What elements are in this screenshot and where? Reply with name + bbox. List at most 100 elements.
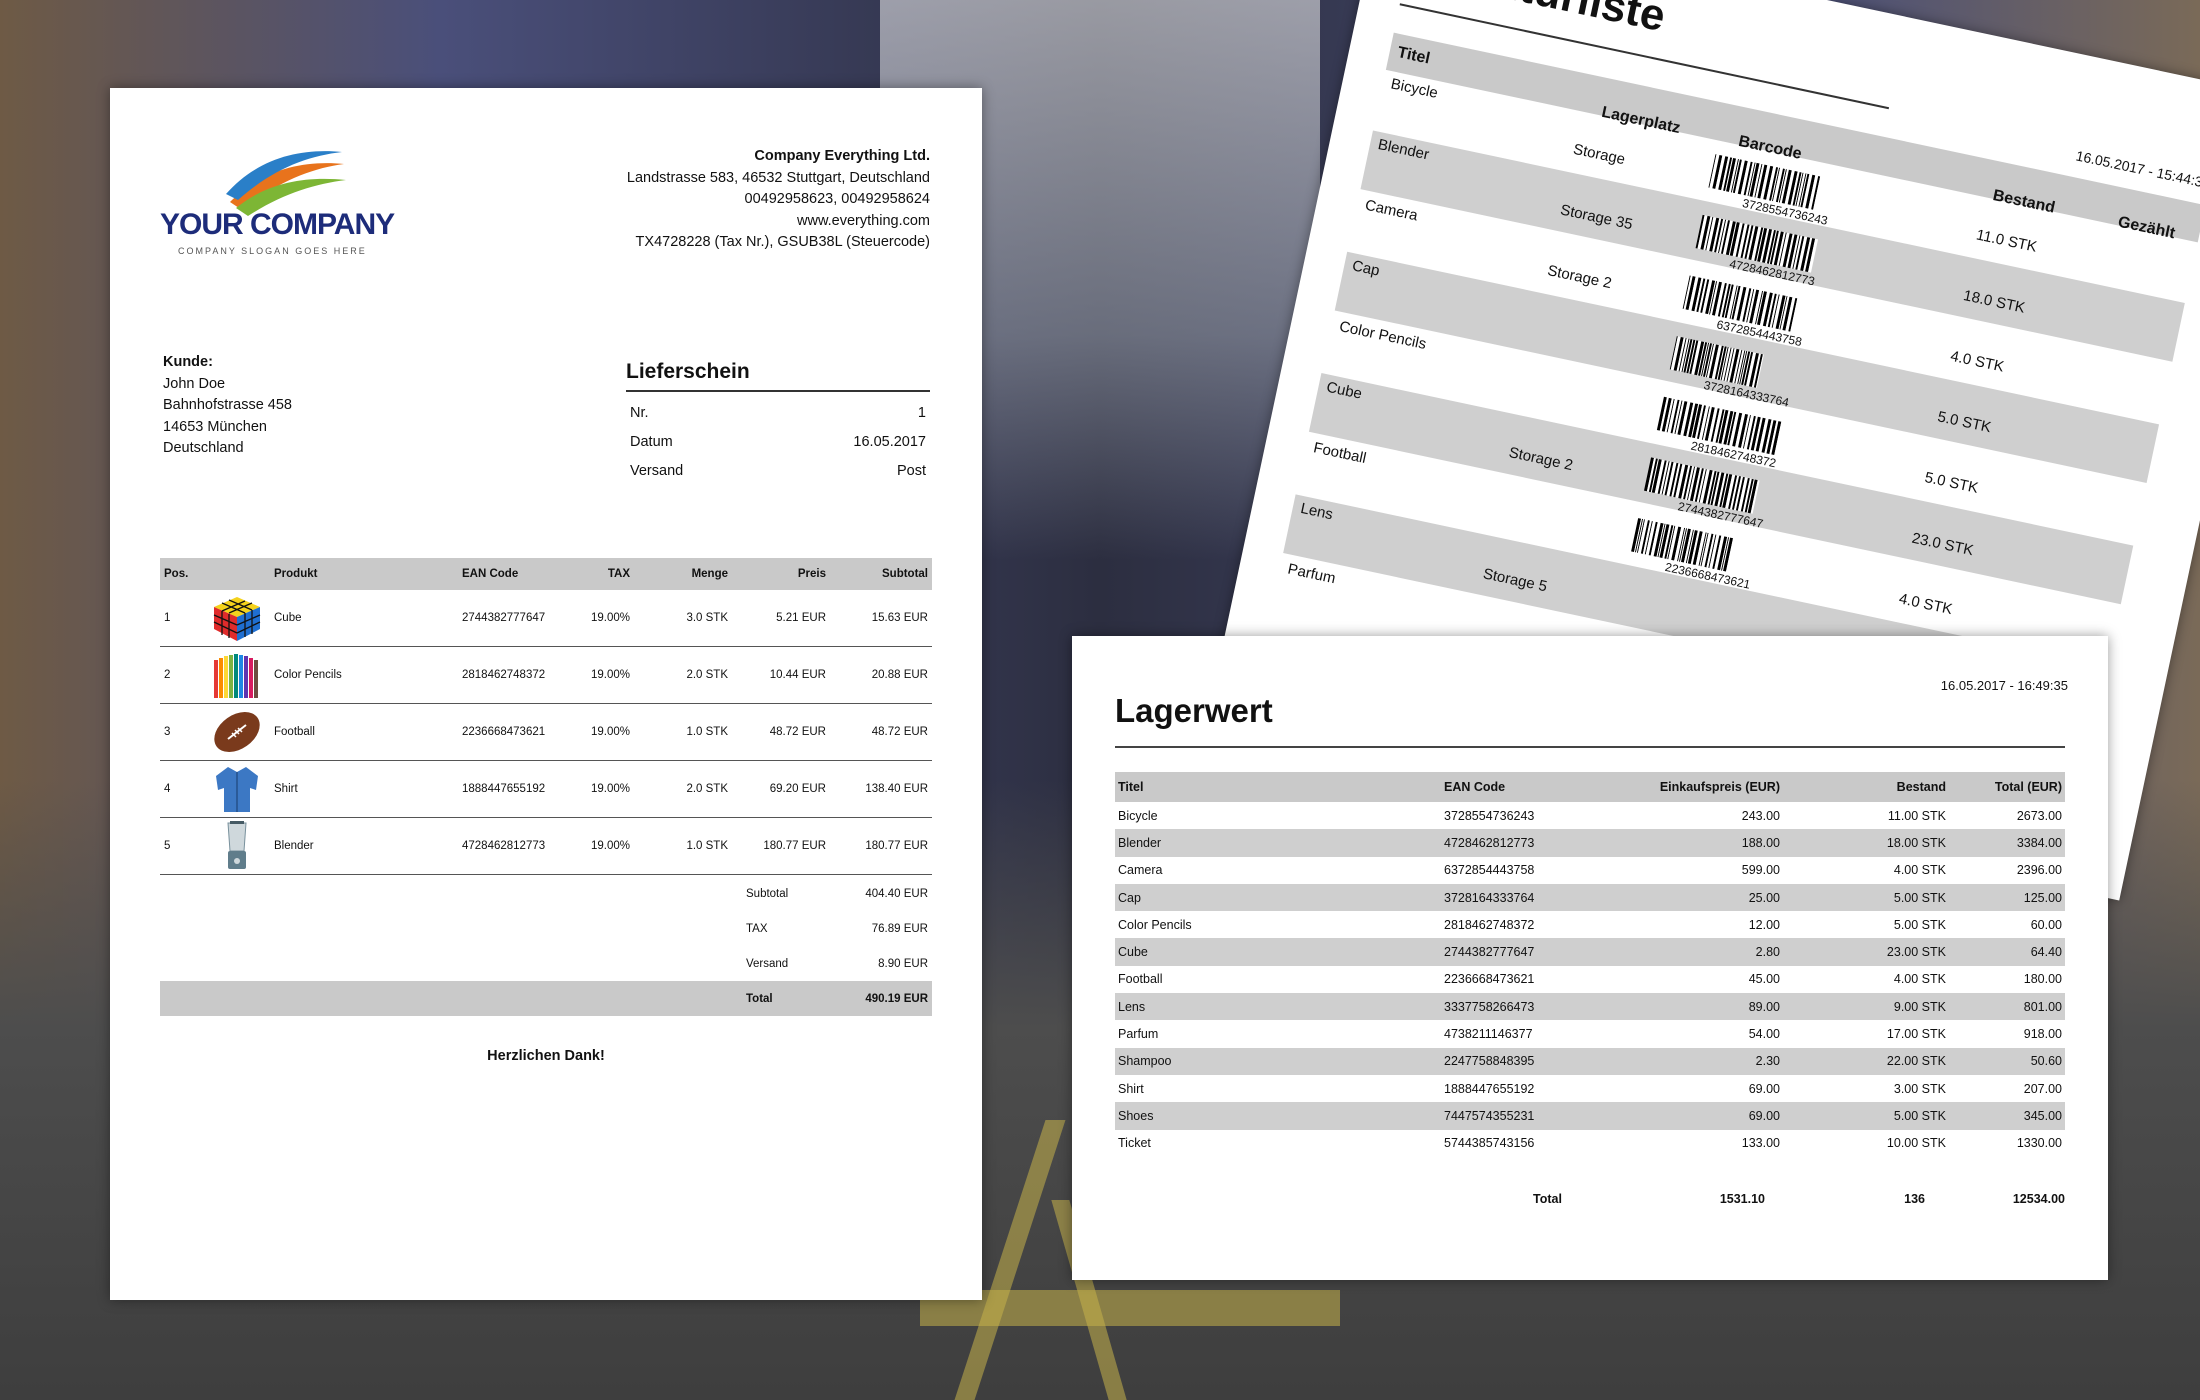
price-cell: 2.30 [1617, 1047, 1783, 1075]
title-cell: Football [1118, 972, 1163, 987]
price-cell: 188.00 [1617, 829, 1783, 857]
stock-total-value: 12534.00 [2012, 1192, 2065, 1206]
price-cell: 133.00 [1741, 1136, 1780, 1151]
title-cell: Parfum [1118, 1027, 1159, 1042]
company-tax: TX4728228 (Tax Nr.), GSUB38L (Steuercode… [635, 234, 930, 250]
stock-rows: Bicycle 3728554736243 243.00 11.00 STK 2673.… [1115, 802, 2065, 1157]
price-cell: 45.00 [1748, 972, 1780, 987]
table-row: Blender 4728462812773 188.00 18.00 STK 3384.… [1115, 829, 2065, 857]
ean-cell: 5744385743156 [1444, 1136, 1535, 1151]
pos-cell: 4 [160, 760, 206, 818]
date-row: Datum 16.05.2017 [630, 434, 926, 450]
rubiks-cube-icon [213, 597, 261, 641]
customer-block: Kunde: John Doe Bahnhofstrasse 458 14653… [163, 352, 292, 460]
thanks-message: Herzlichen Dank! [487, 1048, 605, 1064]
product-image [206, 590, 270, 647]
stock-cell: 4.00 STK [1893, 972, 1946, 987]
col-price: Preis [732, 558, 830, 590]
table-row: Color Pencils 2818462748372 12.00 5.00 STK 6… [1115, 911, 2065, 938]
ean-cell: 4728462812773 [458, 817, 586, 875]
subtotal-row: Subtotal 404.40 EUR [160, 876, 932, 911]
tax-cell: 19.00% [586, 703, 634, 761]
col-ean: EAN Code [458, 558, 586, 590]
table-row: Cap 3728164333764 25.00 5.00 STK 125.00 [1115, 883, 2065, 912]
stock-value-table: Titel EAN Code Einkaufspreis (EUR) Besta… [1115, 772, 2065, 1157]
pos-cell: 3 [160, 703, 206, 761]
table-row: 3 Football 2236668473621 19.00% 1.0 STK … [160, 703, 932, 761]
tax-cell: 19.00% [586, 590, 634, 647]
tax-row: TAX 76.89 EUR [160, 911, 932, 946]
delivery-note-title: Lieferschein [626, 360, 930, 392]
stock-total-stock: 136 [1904, 1192, 1925, 1206]
ean-cell: 1888447655192 [1444, 1081, 1535, 1096]
product-cell: Shirt [270, 760, 458, 818]
item-stock: 11.0 STK [1974, 226, 2039, 256]
ean-cell: 2818462748372 [458, 646, 586, 704]
product-image [206, 646, 270, 704]
subtotal-cell: 180.77 EUR [830, 817, 932, 875]
item-place: Storage 35 [1558, 201, 1635, 234]
product-cell: Blender [270, 817, 458, 875]
qty-cell: 1.0 STK [634, 703, 732, 761]
price-cell: 89.00 [1617, 993, 1783, 1021]
table-row: Football 2236668473621 45.00 4.00 STK 180.00 [1115, 966, 2065, 993]
price-cell: 12.00 [1748, 917, 1780, 932]
stock-value-title: Lagerwert [1115, 692, 1273, 729]
total-cell: 180.00 [2023, 972, 2062, 987]
ean-cell: 2247758848395 [1441, 1047, 1617, 1075]
col-purchase-price: Einkaufspreis (EUR) [1617, 772, 1783, 802]
title-cell: Cube [1115, 938, 1441, 966]
subtotal-cell: 20.88 EUR [830, 646, 932, 704]
subtotal-cell: 138.40 EUR [830, 760, 932, 818]
stock-value-timestamp: 16.05.2017 - 16:49:35 [1940, 678, 2068, 693]
table-row: 1 Cube 2744382777647 19.00% 3.0 STK 5.21… [160, 590, 932, 647]
col-total: Total (EUR) [1949, 772, 2065, 802]
ean-cell: 2744382777647 [1441, 938, 1617, 966]
date-value: 16.05.2017 [853, 434, 926, 450]
subtotal-value: 404.40 EUR [865, 887, 928, 900]
product-image [206, 703, 270, 761]
table-row: Shoes 7447574355231 69.00 5.00 STK 345.00 [1115, 1102, 2065, 1130]
customer-city: 14653 München [163, 418, 267, 435]
tax-cell: 19.00% [586, 760, 634, 818]
total-cell: 64.40 [1949, 938, 2065, 966]
lagerwert-document: 16.05.2017 - 16:49:35 Lagerwert Titel EA… [1072, 636, 2108, 1280]
item-place: Storage 2 [1545, 262, 1614, 293]
col-ean: EAN Code [1441, 772, 1617, 802]
shipping-cost-label: Versand [746, 957, 789, 970]
item-title: Bicycle [1389, 75, 1440, 102]
pos-cell: 1 [160, 590, 206, 647]
total-cell: 918.00 [2023, 1027, 2062, 1042]
company-logo: YOUR COMPANY COMPANY SLOGAN GOES HERE [160, 150, 400, 270]
company-web: www.everything.com [797, 212, 930, 229]
table-row: Shirt 1888447655192 69.00 3.00 STK 207.00 [1115, 1075, 2065, 1102]
product-cell: Cube [270, 590, 458, 647]
tax-cell: 19.00% [586, 646, 634, 704]
tax-label: TAX [746, 922, 768, 935]
title-cell: Bicycle [1118, 808, 1158, 823]
qty-cell: 2.0 STK [634, 760, 732, 818]
title-cell: Shirt [1118, 1081, 1144, 1096]
col-title: Titel [1115, 772, 1441, 802]
stock-cell: 3.00 STK [1893, 1081, 1946, 1096]
price-cell: 69.00 [1617, 1102, 1783, 1130]
total-cell: 125.00 [1949, 883, 2065, 912]
lieferschein-document: YOUR COMPANY COMPANY SLOGAN GOES HERE Co… [110, 88, 982, 1300]
total-cell: 801.00 [1949, 993, 2065, 1021]
blender-icon [227, 821, 247, 869]
item-place: Storage 5 [1481, 565, 1549, 596]
pos-cell: 2 [160, 646, 206, 704]
title-cell: Cap [1115, 883, 1441, 912]
items-table: Pos. Produkt EAN Code TAX Menge Preis Su… [160, 558, 932, 875]
total-cell: 2673.00 [2016, 808, 2062, 823]
shipping-value: Post [896, 463, 926, 479]
company-address-block: Company Everything Ltd. Landstrasse 583,… [627, 146, 930, 254]
company-address: Landstrasse 583, 46532 Stuttgart, Deutsc… [626, 169, 930, 186]
shipping-row: Versand Post [630, 463, 926, 479]
item-title: Camera [1363, 196, 1420, 225]
table-row: Parfum 4738211146377 54.00 17.00 STK 918.00 [1115, 1020, 2065, 1047]
totals-block: Subtotal 404.40 EUR TAX 76.89 EUR Versan… [160, 876, 932, 1016]
price-cell: 54.00 [1748, 1027, 1780, 1042]
col-pos: Pos. [160, 558, 206, 590]
stock-cell: 5.00 STK [1783, 883, 1949, 912]
